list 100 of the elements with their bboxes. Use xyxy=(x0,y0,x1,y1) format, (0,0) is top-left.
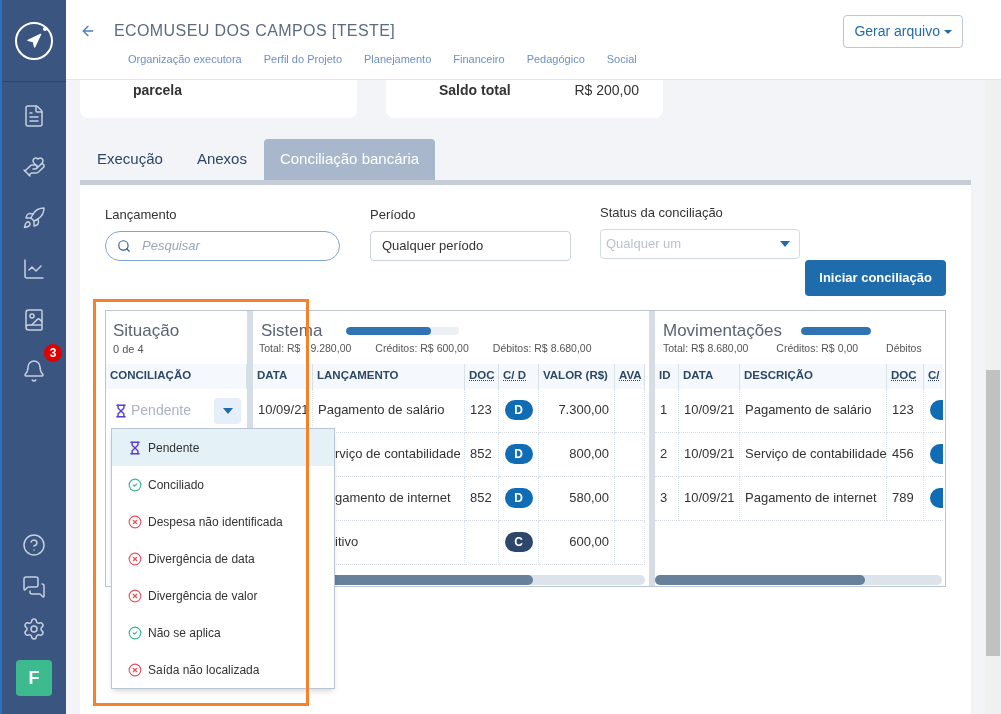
dropdown-option[interactable]: Conciliado xyxy=(112,466,334,503)
help-icon[interactable] xyxy=(22,533,46,557)
book-icon[interactable] xyxy=(22,308,46,332)
table-cell: 10/09/21 xyxy=(679,476,740,521)
table-cell: 789 xyxy=(887,476,924,521)
check-circle-icon xyxy=(128,625,142,640)
table-cell: 3 xyxy=(655,476,679,521)
hand-heart-icon[interactable] xyxy=(22,155,46,179)
x-circle-icon xyxy=(128,588,142,603)
total-value: 8.680,00 xyxy=(707,340,749,356)
column-header: AVA xyxy=(615,363,645,389)
column-header: LANÇAMENTO xyxy=(313,363,465,389)
type-badge: D xyxy=(504,444,533,464)
notification-badge: 3 xyxy=(44,344,62,362)
total-label: Total: R$ xyxy=(663,340,705,356)
caret-icon xyxy=(780,240,790,247)
x-circle-icon xyxy=(128,662,142,677)
table-cell: 852 xyxy=(465,476,499,521)
column-header: DOC xyxy=(465,363,499,389)
table-cell: 800,00 xyxy=(539,432,615,477)
dropdown-option[interactable]: Não se aplica xyxy=(112,614,334,651)
table-cell: 580,00 xyxy=(539,476,615,521)
status-value: Pendente xyxy=(131,401,192,420)
type-badge xyxy=(930,444,943,464)
total-value: 9.280,00 xyxy=(310,340,352,356)
column-header: CONCILIAÇÃO xyxy=(106,363,247,389)
dropdown-option[interactable]: Saída não localizada xyxy=(112,651,334,688)
chart-icon[interactable] xyxy=(22,257,46,281)
card-value: R$ 200,00 xyxy=(574,81,639,100)
tab[interactable]: Anexos xyxy=(179,139,264,180)
dropdown-option[interactable]: Despesa não identificada xyxy=(112,503,334,540)
dropdown-option[interactable]: Divergência de valor xyxy=(112,577,334,614)
field-label: Status da conciliação xyxy=(600,204,724,222)
nav-link[interactable]: Perfil do Projeto xyxy=(263,51,342,68)
period-field[interactable]: Qualquer período xyxy=(370,230,571,261)
chat-icon[interactable] xyxy=(22,575,46,599)
table-cell: 852 xyxy=(465,432,499,477)
card-label: Saldo total xyxy=(439,81,511,100)
total-value: 8.680,00 xyxy=(550,340,592,356)
table-cell: Pagamento de internet xyxy=(740,476,887,521)
type-badge: C xyxy=(504,532,533,552)
table-cell: 600,00 xyxy=(539,520,615,565)
vertical-scrollbar[interactable] xyxy=(985,80,1001,714)
nav-link[interactable]: Pedagógico xyxy=(526,51,585,68)
hourglass-icon xyxy=(114,403,128,418)
dropdown-option[interactable]: Pendente xyxy=(112,429,334,466)
horizontal-scrollbar[interactable] xyxy=(655,574,942,585)
settings-icon[interactable] xyxy=(22,617,46,641)
start-reconciliation-button[interactable]: Iniciar conciliação xyxy=(805,259,946,296)
column-header: DESCRIÇÃO xyxy=(740,363,887,389)
document-icon[interactable] xyxy=(22,104,46,128)
type-badge: D xyxy=(504,488,533,508)
section-title: Movimentações xyxy=(663,320,783,341)
x-circle-icon xyxy=(128,514,142,529)
hourglass-icon xyxy=(128,440,142,455)
column-header: VALOR (R$) xyxy=(539,363,615,389)
table-cell: 10/09/21 xyxy=(679,432,740,477)
empty-cell xyxy=(615,520,645,565)
generate-file-button[interactable]: Gerar arquivo xyxy=(843,15,963,48)
column-header: C/ D xyxy=(499,363,539,389)
search-icon xyxy=(117,238,131,253)
total-label: Créditos: R$ xyxy=(776,340,835,356)
type-badge xyxy=(930,488,943,508)
table-cell: 2 xyxy=(655,432,679,477)
column-header: C/ xyxy=(924,363,943,389)
column-header: DATA xyxy=(679,363,740,389)
search-field[interactable]: Pesquisar xyxy=(105,230,340,261)
total-label: Créditos: R$ xyxy=(375,340,434,356)
dropdown-toggle[interactable] xyxy=(214,397,241,424)
dropdown-option[interactable]: Divergência de data xyxy=(112,540,334,577)
logo-icon[interactable] xyxy=(15,21,53,60)
nav-link[interactable]: Planejamento xyxy=(364,51,432,68)
nav-link[interactable]: Organização executora xyxy=(128,51,242,68)
table-cell: 123 xyxy=(887,388,924,433)
table-cell: Serviço de contabilidade xyxy=(740,432,887,477)
total-label: Débitos xyxy=(886,340,922,356)
check-circle-icon xyxy=(128,477,142,492)
x-circle-icon xyxy=(128,551,142,566)
table-cell: 456 xyxy=(887,432,924,477)
rocket-icon[interactable] xyxy=(22,206,46,230)
column-header: DOC xyxy=(887,363,924,389)
page-title: ECOMUSEU DOS CAMPOS [TESTE] xyxy=(114,20,396,41)
field-label: Lançamento xyxy=(105,206,178,224)
table-cell: 10/09/21 xyxy=(679,388,740,433)
table-cell: 7.300,00 xyxy=(539,388,615,433)
total-label: Débitos: R$ xyxy=(492,340,548,356)
nav-link[interactable]: Financeiro xyxy=(453,51,505,68)
total-value: 0,00 xyxy=(837,340,859,356)
bell-icon[interactable] xyxy=(22,359,46,383)
caret-icon xyxy=(944,29,952,34)
empty-cell xyxy=(615,432,645,477)
card-label: parcela xyxy=(133,81,183,100)
section-count: 0 de 4 xyxy=(113,341,145,357)
nav-link[interactable]: Social xyxy=(606,51,637,68)
tab[interactable]: Execução xyxy=(80,139,180,180)
type-badge: D xyxy=(504,400,533,420)
table-cell: Pagamento de salário xyxy=(740,388,887,433)
column-header: DATA xyxy=(253,363,313,389)
table-cell: 1 xyxy=(655,388,679,433)
section-title: Situação xyxy=(113,320,181,341)
